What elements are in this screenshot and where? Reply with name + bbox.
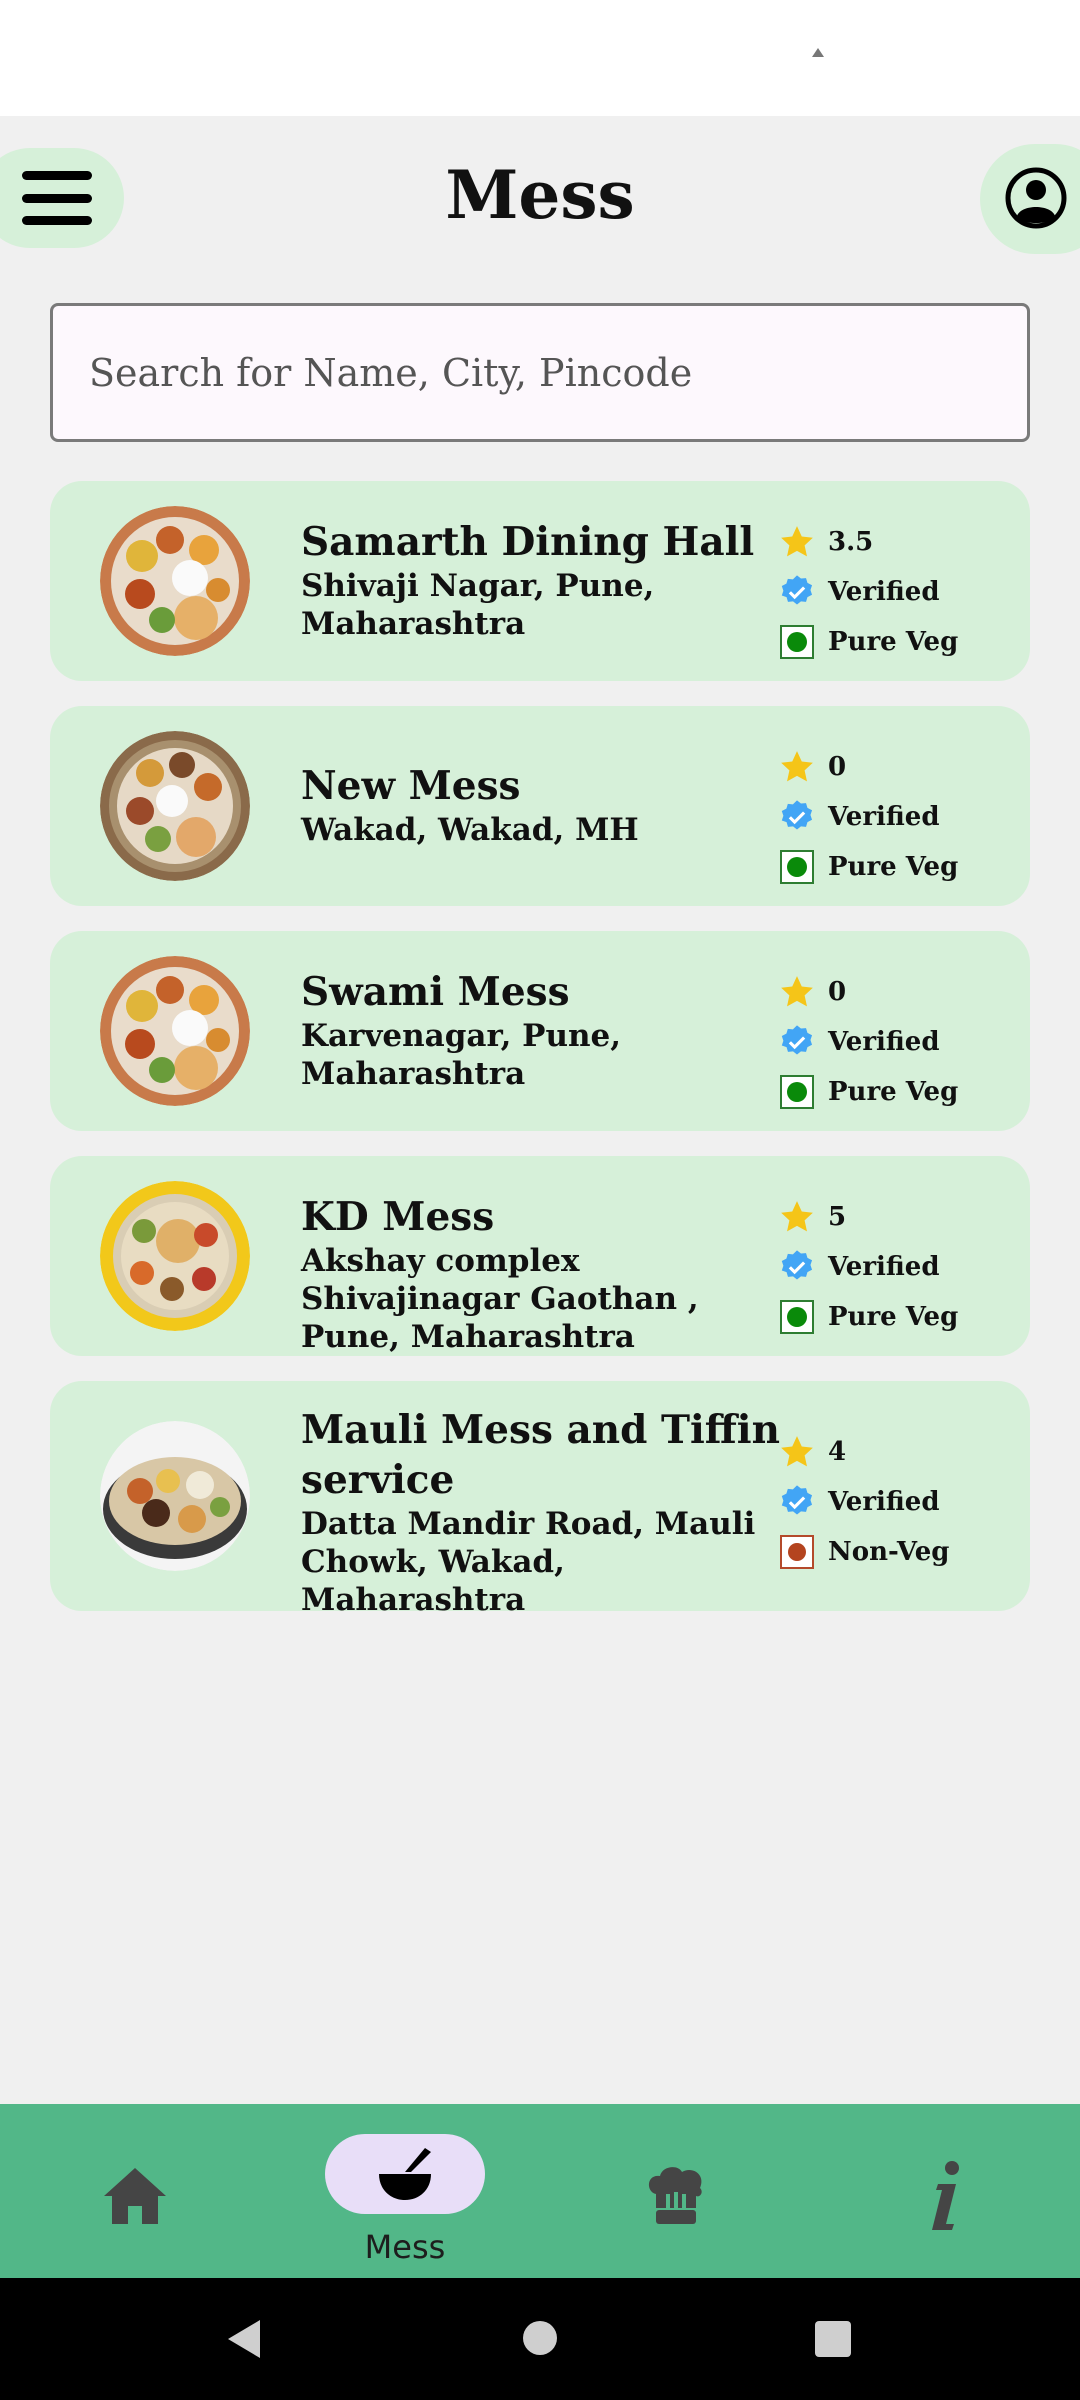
mess-info: Samarth Dining Hall Shivaji Nagar, Pune,…	[301, 517, 781, 643]
rating-value: 5	[828, 1202, 847, 1232]
mess-info: Swami Mess Karvenagar, Pune, Maharashtra	[301, 967, 781, 1093]
home-icon	[104, 2168, 166, 2224]
recents-icon[interactable]	[814, 2320, 852, 2358]
verified-icon	[778, 1248, 816, 1286]
star-icon	[778, 748, 816, 786]
verified-icon	[778, 1023, 816, 1061]
page-title: Mess	[445, 156, 635, 234]
mess-badges: 5 Verified Pure Veg	[778, 1192, 1008, 1342]
verified-label: Verified	[828, 802, 940, 832]
info-icon	[932, 2161, 959, 2230]
food-type-label: Pure Veg	[828, 852, 959, 882]
mess-card[interactable]: Samarth Dining Hall Shivaji Nagar, Pune,…	[50, 481, 1030, 681]
veg-icon	[778, 623, 816, 661]
mess-badges: 4 Verified Non-Veg	[778, 1427, 1008, 1577]
verified-label: Verified	[828, 1027, 940, 1057]
home-circle-icon[interactable]	[522, 2320, 558, 2356]
bottom-navigation: Mess	[0, 2104, 1080, 2278]
caret-up-icon	[812, 48, 824, 57]
mess-info: New Mess Wakad, Wakad, MH	[301, 761, 781, 849]
app-header: Mess	[0, 116, 1080, 276]
mess-info: Mauli Mess and Tiffin service Datta Mand…	[301, 1405, 781, 1619]
verified-icon	[778, 573, 816, 611]
veg-icon	[778, 848, 816, 886]
star-icon	[778, 973, 816, 1011]
veg-icon	[778, 1298, 816, 1336]
star-icon	[778, 1433, 816, 1471]
status-bar	[0, 0, 1080, 116]
mess-name: Swami Mess	[301, 969, 570, 1015]
mess-name: KD Mess	[301, 1194, 495, 1240]
mess-card[interactable]: Swami Mess Karvenagar, Pune, Maharashtra…	[50, 931, 1030, 1131]
mess-address: Karvenagar, Pune, Maharashtra	[301, 1018, 622, 1092]
food-type-label: Pure Veg	[828, 1302, 959, 1332]
profile-button[interactable]	[980, 144, 1080, 254]
mess-bowl-icon	[379, 2148, 431, 2200]
non-veg-icon	[778, 1533, 816, 1571]
mess-card[interactable]: KD Mess Akshay complex Shivajinagar Gaot…	[50, 1156, 1030, 1356]
mess-badges: 0 Verified Pure Veg	[778, 967, 1008, 1117]
food-type-label: Pure Veg	[828, 627, 959, 657]
mess-address: Shivaji Nagar, Pune, Maharashtra	[301, 568, 655, 642]
mess-name: Samarth Dining Hall	[301, 519, 755, 565]
mess-card[interactable]: Mauli Mess and Tiffin service Datta Mand…	[50, 1381, 1030, 1618]
mess-thumbnail	[100, 731, 250, 881]
search-input[interactable]	[89, 350, 1027, 395]
mess-badges: 0 Verified Pure Veg	[778, 742, 1008, 892]
mess-thumbnail	[100, 1181, 250, 1331]
system-navigation-bar	[0, 2278, 1080, 2400]
mess-name: Mauli Mess and Tiffin service	[301, 1407, 780, 1503]
nav-mess-label: Mess	[364, 2228, 446, 2266]
mess-thumbnail	[100, 1421, 250, 1571]
account-circle-icon	[1005, 167, 1067, 229]
mess-badges: 3.5 Verified Pure Veg	[778, 517, 1008, 667]
back-icon[interactable]	[224, 2318, 264, 2360]
nav-mess[interactable]	[325, 2134, 485, 2214]
star-icon	[778, 523, 816, 561]
chef-hat-icon	[648, 2167, 702, 2224]
mess-info: KD Mess Akshay complex Shivajinagar Gaot…	[301, 1192, 781, 1356]
food-type-label: Non-Veg	[828, 1537, 950, 1567]
verified-icon	[778, 1483, 816, 1521]
rating-value: 4	[828, 1437, 847, 1467]
mess-thumbnail	[100, 506, 250, 656]
mess-address: Wakad, Wakad, MH	[301, 812, 639, 848]
star-icon	[778, 1198, 816, 1236]
nav-home[interactable]	[100, 2164, 170, 2228]
verified-label: Verified	[828, 1487, 940, 1517]
mess-card[interactable]: New Mess Wakad, Wakad, MH 0 Verified Pur…	[50, 706, 1030, 906]
rating-value: 0	[828, 977, 847, 1007]
mess-thumbnail	[100, 956, 250, 1106]
mess-address: Akshay complex Shivajinagar Gaothan , Pu…	[301, 1243, 699, 1355]
food-type-label: Pure Veg	[828, 1077, 959, 1107]
nav-info[interactable]	[930, 2160, 964, 2232]
rating-value: 0	[828, 752, 847, 782]
mess-name: New Mess	[301, 763, 521, 809]
search-field[interactable]	[50, 303, 1030, 442]
verified-label: Verified	[828, 577, 940, 607]
nav-chef[interactable]	[646, 2164, 706, 2228]
veg-icon	[778, 1073, 816, 1111]
mess-address: Datta Mandir Road, Mauli Chowk, Wakad, M…	[301, 1506, 756, 1618]
rating-value: 3.5	[828, 527, 874, 557]
verified-label: Verified	[828, 1252, 940, 1282]
verified-icon	[778, 798, 816, 836]
